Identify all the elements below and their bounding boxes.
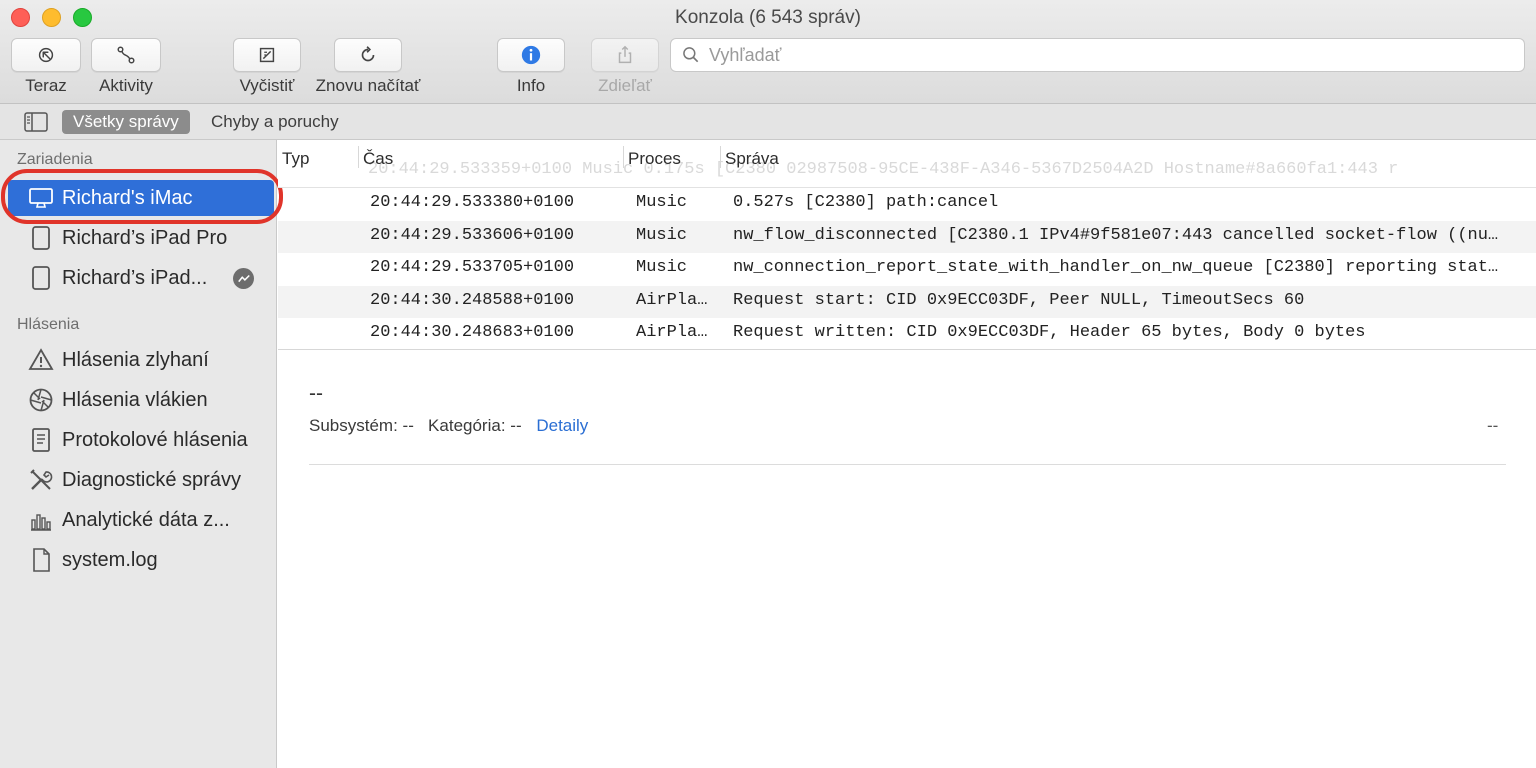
row-process: AirPla… [636,323,708,342]
column-header-type[interactable]: Typ [282,149,309,169]
sidebar-item-label: Hlásenia zlyhaní [62,348,209,371]
ipad-icon [28,265,54,291]
sidebar-item-ipad-pro[interactable]: Richard’s iPad Pro [8,220,274,256]
document-list-icon [28,427,54,453]
sidebar-item-label: Analytické dáta z... [62,508,230,531]
sidebar-item-label: Protokolové hlásenia [62,428,248,451]
activity-icon [233,268,254,289]
row-process: Music [636,225,688,245]
column-header-time[interactable]: Čas [363,149,393,169]
row-time: 20:44:29.533606+0100 [370,225,575,245]
row-time: 20:44:29.533705+0100 [370,258,575,277]
detail-meta: Subsystém: -- Kategória: -- Detaily [309,416,588,436]
filter-errors-faults[interactable]: Chyby a poruchy [211,110,339,134]
table-row[interactable]: 20:44:29.533380+0100 Music 0.527s [C2380… [278,188,1536,221]
sidebar-item-spin-reports[interactable]: Hlásenia vlákien [8,382,274,418]
sidebar-item-label: Hlásenia vlákien [62,388,208,411]
reload-label: Znovu načítať [315,76,421,95]
info-icon [521,45,541,65]
info-button[interactable] [497,38,565,72]
share-button[interactable] [591,38,659,72]
row-time: 20:44:29.533380+0100 [370,193,575,212]
title-bar: Konzola (6 543 správ) Teraz Aktivity Vyč… [0,0,1536,104]
ipad-icon [28,225,54,251]
table-row[interactable]: 20:44:30.248683+0100 AirPla… Request wri… [278,318,1536,351]
table-header: 20:44:29.533359+0100 Music 0.175s [C2380… [278,140,1536,188]
search-icon [683,47,699,63]
column-header-process[interactable]: Proces [628,149,681,169]
filter-bar: Všetky správy Chyby a poruchy [0,104,1536,140]
clear-label: Vyčistiť [239,76,295,95]
details-link[interactable]: Detaily [536,416,588,435]
sidebar-item-label: system.log [62,548,158,571]
pane-divider[interactable] [278,349,1536,350]
info-label: Info [516,76,546,95]
share-label: Zdieľať [598,76,652,95]
detail-divider [309,464,1506,465]
warning-icon [28,347,54,373]
activities-icon [117,46,135,64]
sidebar-item-label: Richard’s iPad Pro [62,226,228,249]
sidebar-item-diagnostic-reports[interactable]: Diagnostické správy [8,462,274,498]
reload-button[interactable] [334,38,402,72]
search-input[interactable] [707,43,1507,67]
sidebar-item-crash-reports[interactable]: Hlásenia zlyhaní [8,342,274,378]
row-message: Request start: CID 0x9ECC03DF, Peer NULL… [733,290,1305,310]
row-process: AirPla… [636,290,708,310]
sidebar-item-analytics-data[interactable]: Analytické dáta z... [8,502,274,538]
table-row[interactable]: 20:44:29.533606+0100 Music nw_flow_disco… [278,220,1536,253]
row-message: Request written: CID 0x9ECC03DF, Header … [733,323,1366,342]
bar-chart-icon [28,507,54,533]
subsystem-label: Subsystém: [309,416,398,435]
column-header-message[interactable]: Správa [725,149,779,169]
search-field[interactable] [670,38,1525,72]
row-process: Music [636,258,688,277]
share-icon [618,45,632,64]
column-separator[interactable] [720,146,721,168]
aperture-icon [28,387,54,413]
sidebar-toggle-icon[interactable] [24,112,48,132]
tools-icon [28,467,54,493]
row-time: 20:44:30.248588+0100 [370,290,575,310]
column-separator[interactable] [358,146,359,168]
table-row[interactable]: 20:44:29.533705+0100 Music nw_connection… [278,253,1536,286]
sidebar-item-label: Richard's iMac [62,186,193,209]
row-process: Music [636,193,688,212]
subsystem-value: -- [402,416,414,435]
row-time: 20:44:30.248683+0100 [370,323,575,342]
activities-label: Aktivity [99,76,153,95]
detail-right-value: -- [1487,416,1499,435]
reports-header: Hlásenia [17,316,80,333]
sidebar-item-richards-imac[interactable]: Richard's iMac [8,180,274,216]
clear-icon [259,47,275,63]
log-table: 20:44:29.533380+0100 Music 0.527s [C2380… [278,188,1536,351]
activities-button[interactable] [91,38,161,72]
sidebar-item-ipad[interactable]: Richard’s iPad... [8,260,274,296]
file-icon [28,547,54,573]
reload-icon [361,46,375,62]
imac-icon [28,185,54,211]
now-label: Teraz [25,76,67,95]
table-row[interactable]: 20:44:30.248588+0100 AirPla… Request sta… [278,285,1536,318]
now-icon [38,47,54,63]
sidebar-item-log-reports[interactable]: Protokolové hlásenia [8,422,274,458]
scrolled-row-ghost: 20:44:29.533359+0100 Music 0.175s [C2380… [368,160,1399,179]
filter-all-messages[interactable]: Všetky správy [62,110,190,134]
window-title: Konzola (6 543 správ) [675,7,861,28]
row-message: 0.527s [C2380] path:cancel [733,193,999,212]
row-message: nw_flow_disconnected [C2380.1 IPv4#9f581… [733,225,1499,245]
sidebar-item-label: Diagnostické správy [62,468,241,491]
clear-button[interactable] [233,38,301,72]
now-button[interactable] [11,38,81,72]
category-label: Kategória: [428,416,506,435]
devices-header: Zariadenia [17,151,93,168]
row-message: nw_connection_report_state_with_handler_… [733,258,1499,277]
sidebar-item-label: Richard’s iPad... [62,266,208,289]
column-separator[interactable] [623,146,624,168]
sidebar-item-system-log[interactable]: system.log [8,542,274,578]
detail-title: -- [309,382,323,405]
category-value: -- [510,416,522,435]
